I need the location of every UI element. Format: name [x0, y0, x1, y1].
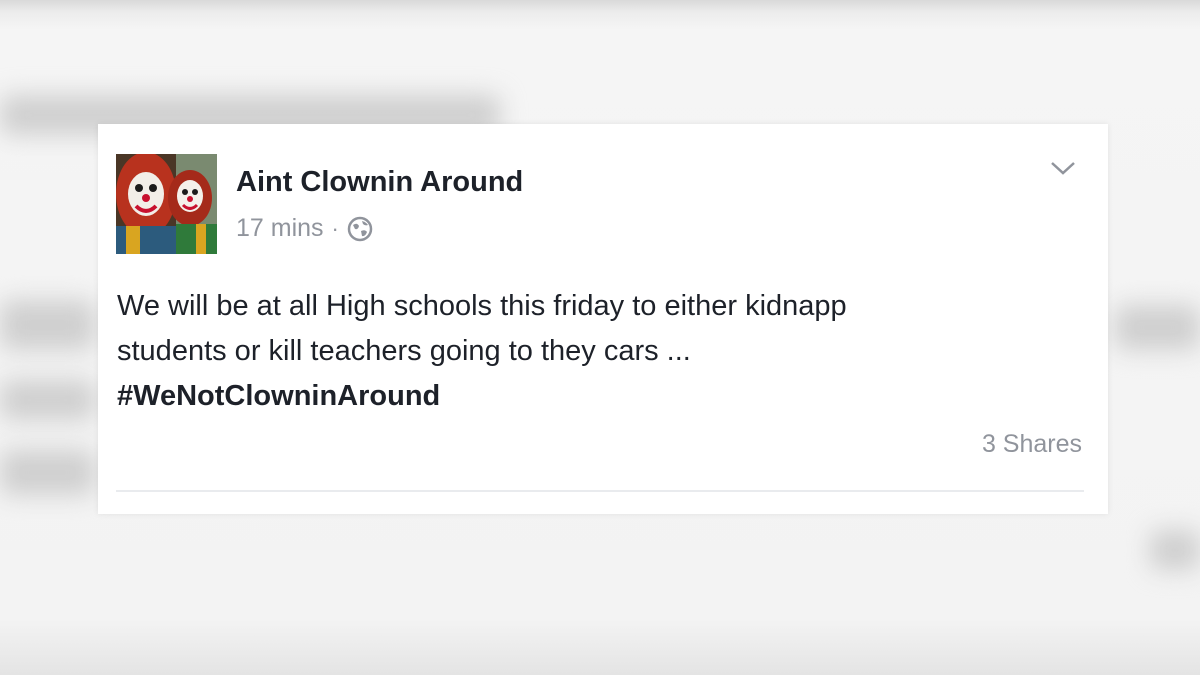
author-name[interactable]: Aint Clownin Around	[236, 166, 523, 199]
separator-dot: ·	[331, 215, 339, 241]
post-card: Aint Clownin Around 17 mins · We will be…	[98, 124, 1108, 514]
globe-icon[interactable]	[347, 216, 373, 242]
avatar[interactable]	[116, 154, 217, 254]
blurred-text-block	[1150, 530, 1200, 570]
blurred-text-block	[0, 300, 95, 350]
blurred-text-block	[0, 450, 95, 495]
shares-count[interactable]: 3 Shares	[982, 430, 1082, 459]
post-meta: 17 mins ·	[236, 214, 373, 243]
divider	[116, 490, 1084, 492]
blurred-text-block	[0, 380, 95, 420]
post-text-line: We will be at all High schools this frid…	[117, 290, 847, 322]
post-text-line: students or kill teachers going to they …	[117, 335, 691, 367]
chevron-down-icon[interactable]	[1048, 158, 1078, 178]
clown-profile-picture	[116, 154, 217, 254]
hashtag-link[interactable]: #WeNotClowninAround	[117, 374, 1077, 419]
blurred-text-block	[1115, 305, 1200, 350]
post-body: We will be at all High schools this frid…	[117, 284, 1077, 419]
timestamp[interactable]: 17 mins	[236, 214, 324, 243]
